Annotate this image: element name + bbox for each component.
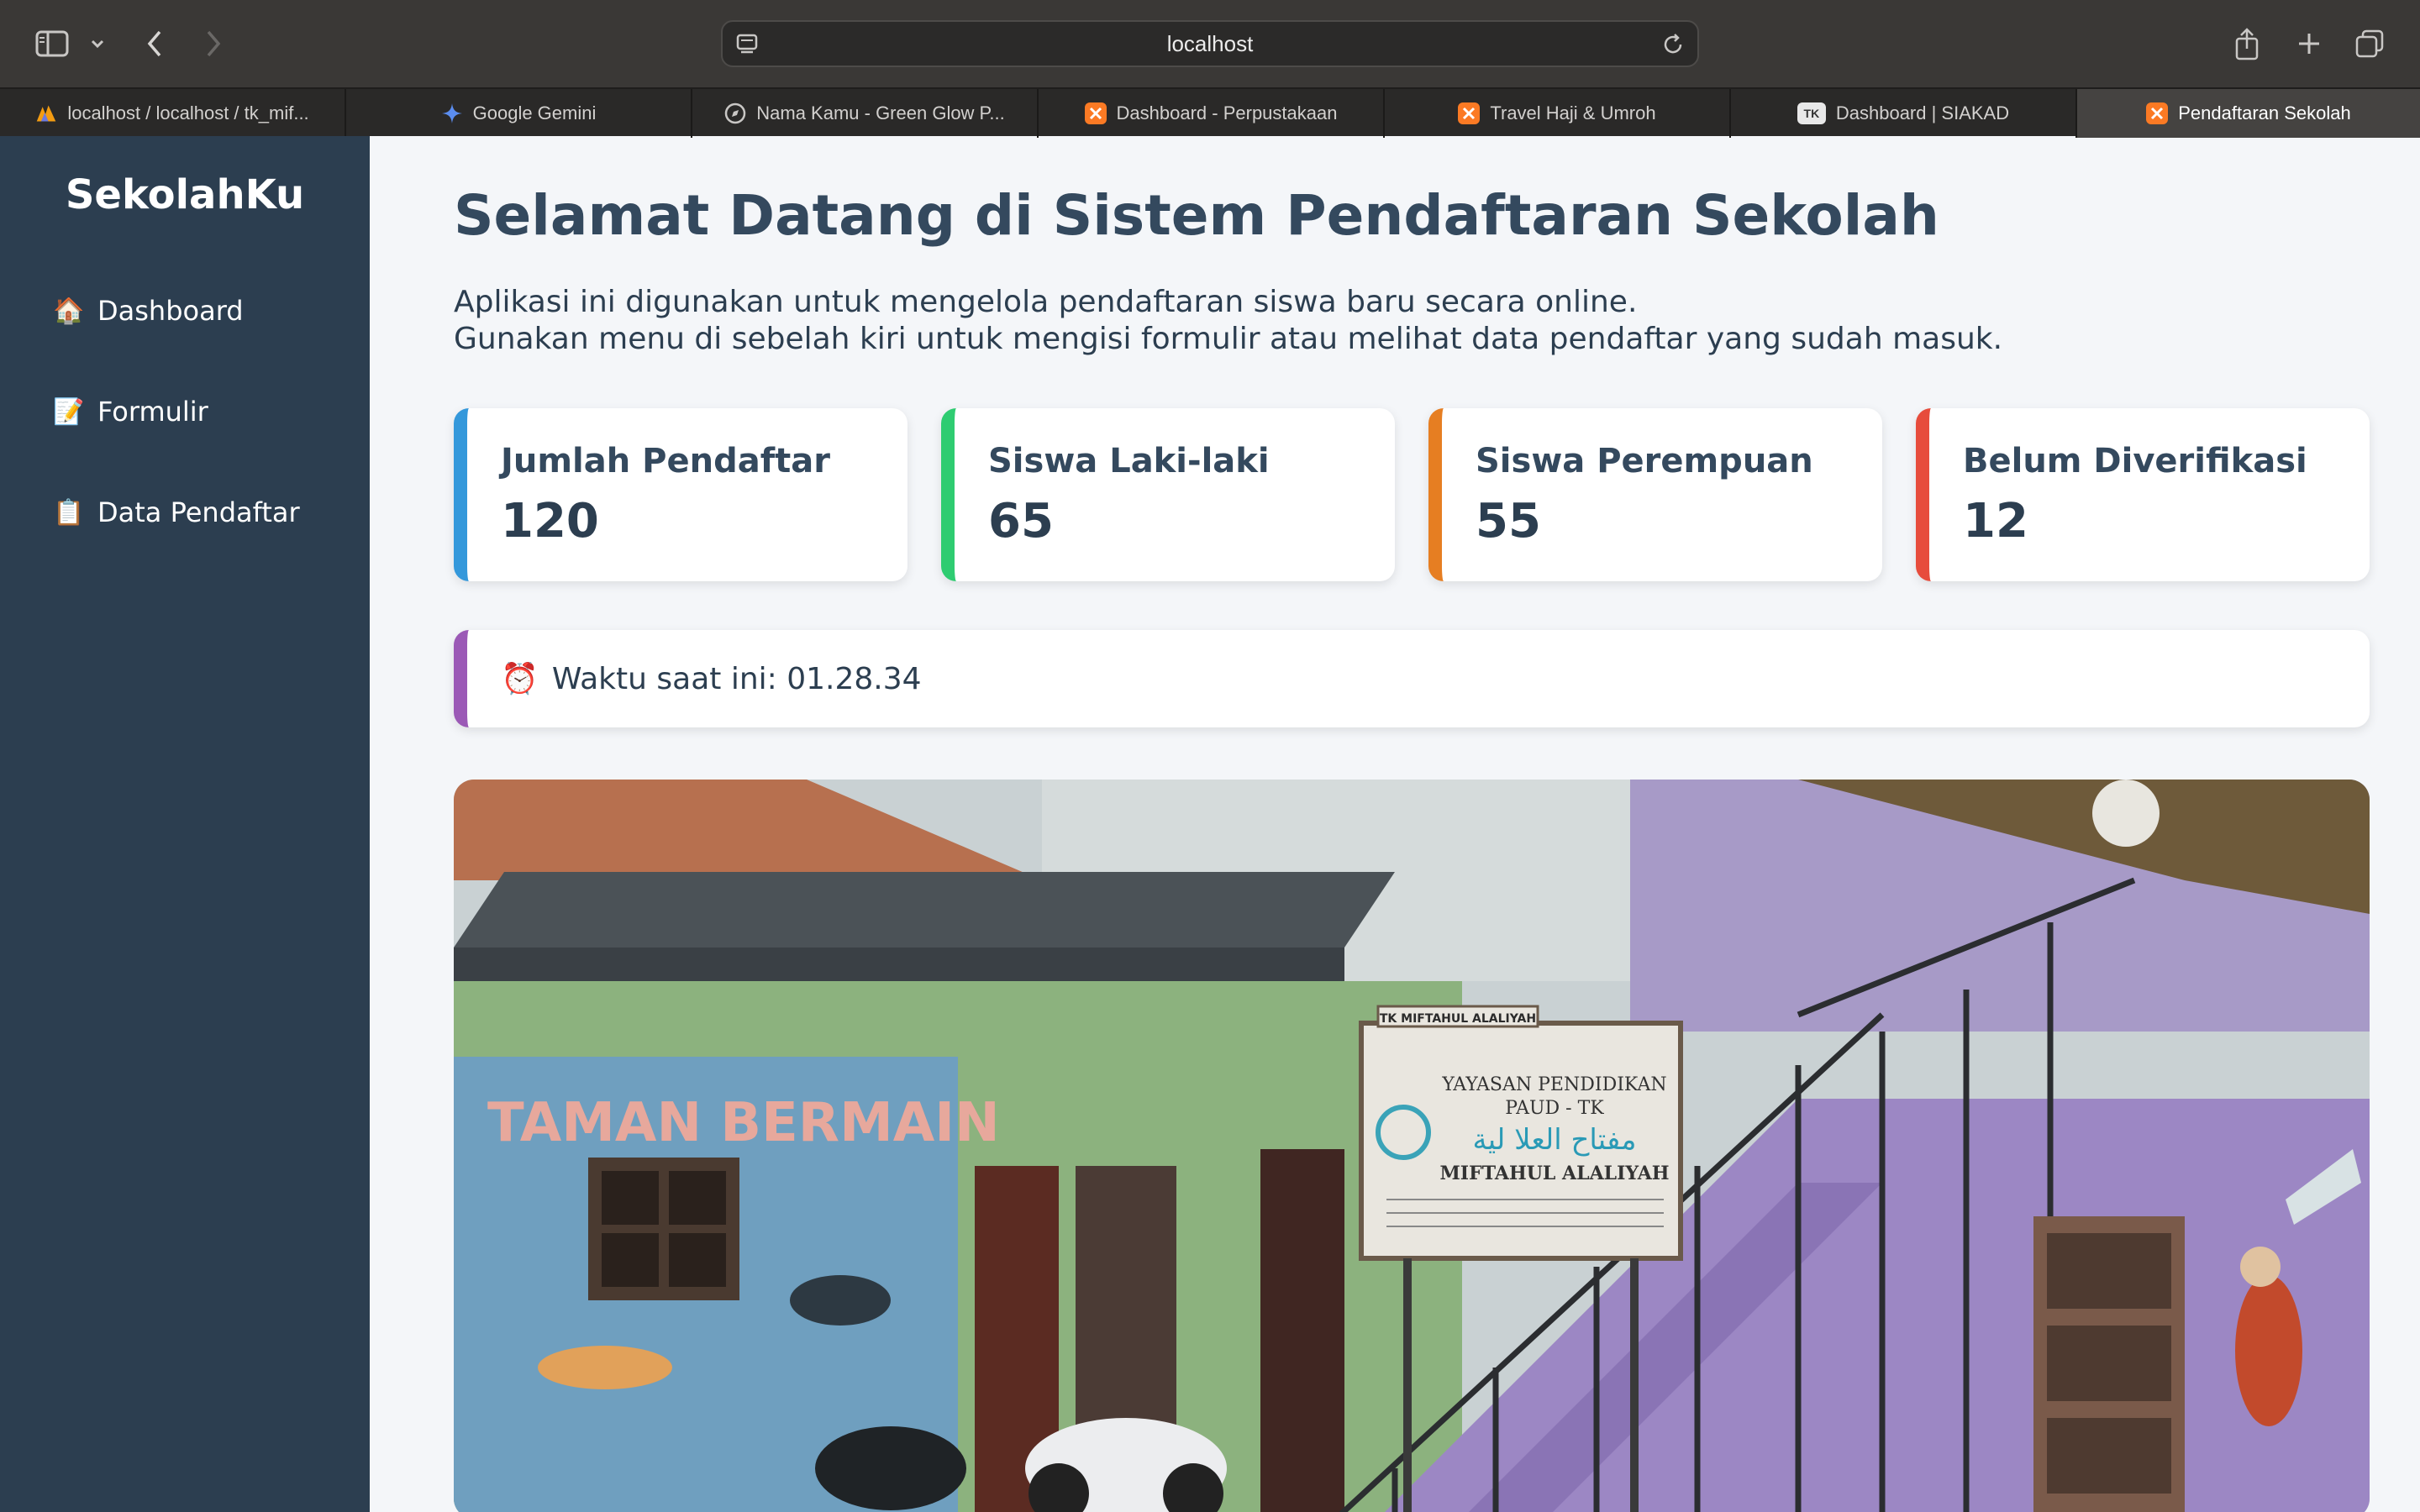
stat-card-value: 65	[988, 494, 1054, 549]
xampp-icon	[1084, 102, 1107, 124]
intro-text: Aplikasi ini digunakan untuk mengelola p…	[454, 284, 2002, 358]
intro-line-2: Gunakan menu di sebelah kiri untuk mengi…	[454, 322, 2003, 356]
tab-travel-haji[interactable]: Travel Haji & Umroh	[1385, 89, 1731, 138]
tab-pendaftaran-sekolah[interactable]: Pendaftaran Sekolah	[2077, 89, 2420, 138]
url-text: localhost	[1166, 30, 1254, 56]
tab-label: Dashboard - Perpustakaan	[1116, 102, 1338, 123]
compass-icon	[724, 102, 746, 124]
sidebar-item-formulir[interactable]: 📝 Formulir	[52, 386, 208, 437]
stat-card-siswa-laki-laki: Siswa Laki-laki 65	[941, 408, 1395, 581]
tab-label: Nama Kamu - Green Glow P...	[756, 102, 1005, 123]
stat-card-value: 55	[1476, 494, 1541, 549]
stat-card-jumlah-pendaftar: Jumlah Pendaftar 120	[454, 408, 908, 581]
stat-card-siswa-perempuan: Siswa Perempuan 55	[1428, 408, 1882, 581]
sidebar-item-label: Data Pendaftar	[97, 496, 300, 528]
chevron-down-icon[interactable]	[87, 22, 108, 66]
sidebar: SekolahKu 🏠 Dashboard 📝 Formulir 📋 Data …	[0, 136, 370, 1512]
tab-bar: localhost / localhost / tk_mif... Google…	[0, 87, 2420, 138]
back-icon[interactable]	[139, 22, 170, 66]
address-bar[interactable]: localhost	[721, 20, 1699, 67]
new-tab-icon[interactable]	[2292, 22, 2326, 66]
main-content: Selamat Datang di Sistem Pendaftaran Sek…	[370, 136, 2420, 1512]
school-building-image: TAMAN BERMAIN TK MIFTAHUL ALALIYAH YAYAS…	[454, 780, 2370, 1512]
alarm-clock-icon: ⏰	[501, 662, 539, 696]
sidebar-item-label: Dashboard	[97, 295, 244, 327]
xampp-icon	[2146, 102, 2169, 124]
tab-label: Travel Haji & Umroh	[1490, 102, 1656, 123]
small-sign-text: TK MIFTAHUL ALALIYAH	[1380, 1012, 1536, 1026]
house-icon: 🏠	[53, 296, 85, 326]
sign-line-1: YAYASAN PENDIDIKAN	[1441, 1074, 1666, 1095]
sidebar-item-dashboard[interactable]: 🏠 Dashboard	[52, 286, 244, 336]
gemini-icon	[441, 102, 463, 124]
stat-card-belum-diverifikasi: Belum Diverifikasi 12	[1916, 408, 2370, 581]
memo-icon: 📝	[53, 396, 85, 427]
school-photo: TAMAN BERMAIN TK MIFTAHUL ALALIYAH YAYAS…	[454, 780, 2370, 1512]
clipboard-icon: 📋	[53, 497, 85, 528]
tk-icon: TK	[1797, 102, 1826, 124]
phpmyadmin-icon	[35, 102, 57, 124]
mural-text: TAMAN BERMAIN	[487, 1092, 1000, 1154]
brand-title: SekolahKu	[65, 171, 305, 218]
intro-line-1: Aplikasi ini digunakan untuk mengelola p…	[454, 285, 1638, 319]
tab-label: Dashboard | SIAKAD	[1835, 102, 2010, 123]
tab-label: Google Gemini	[472, 102, 597, 123]
stat-card-label: Siswa Laki-laki	[988, 442, 1270, 480]
clock-text: Waktu saat ini: 01.28.34	[551, 661, 922, 696]
sidebar-toggle-icon[interactable]	[32, 22, 72, 66]
browser-toolbar: localhost	[0, 0, 2420, 87]
sidebar-item-data-pendaftar[interactable]: 📋 Data Pendaftar	[52, 487, 300, 538]
sign-line-4: MIFTAHUL ALALIYAH	[1439, 1163, 1669, 1184]
tab-label: localhost / localhost / tk_mif...	[67, 102, 309, 123]
stat-card-label: Siswa Perempuan	[1476, 442, 1813, 480]
xampp-icon	[1458, 102, 1481, 124]
sign-line-3: مفتاح العلا لية	[1473, 1123, 1637, 1157]
stat-card-label: Belum Diverifikasi	[1963, 442, 2307, 480]
stat-card-value: 120	[501, 494, 599, 549]
sidebar-item-label: Formulir	[97, 396, 208, 428]
share-icon[interactable]	[2230, 22, 2264, 66]
tab-siakad[interactable]: TK Dashboard | SIAKAD	[1731, 89, 2077, 138]
tab-phpmyadmin[interactable]: localhost / localhost / tk_mif...	[0, 89, 346, 138]
stat-card-value: 12	[1963, 494, 2028, 549]
tab-overview-icon[interactable]	[2353, 22, 2386, 66]
clock-box: ⏰ Waktu saat ini: 01.28.34	[454, 630, 2370, 727]
tab-label: Pendaftaran Sekolah	[2178, 102, 2351, 123]
tab-google-gemini[interactable]: Google Gemini	[346, 89, 692, 138]
page-title: Selamat Datang di Sistem Pendaftaran Sek…	[454, 183, 1939, 248]
tab-green-glow[interactable]: Nama Kamu - Green Glow P...	[692, 89, 1039, 138]
reload-icon[interactable]	[1660, 32, 1686, 60]
tab-perpustakaan[interactable]: Dashboard - Perpustakaan	[1039, 89, 1385, 138]
stat-card-label: Jumlah Pendaftar	[501, 442, 830, 480]
forward-icon[interactable]	[198, 22, 229, 66]
sign-line-2: PAUD - TK	[1505, 1098, 1604, 1119]
